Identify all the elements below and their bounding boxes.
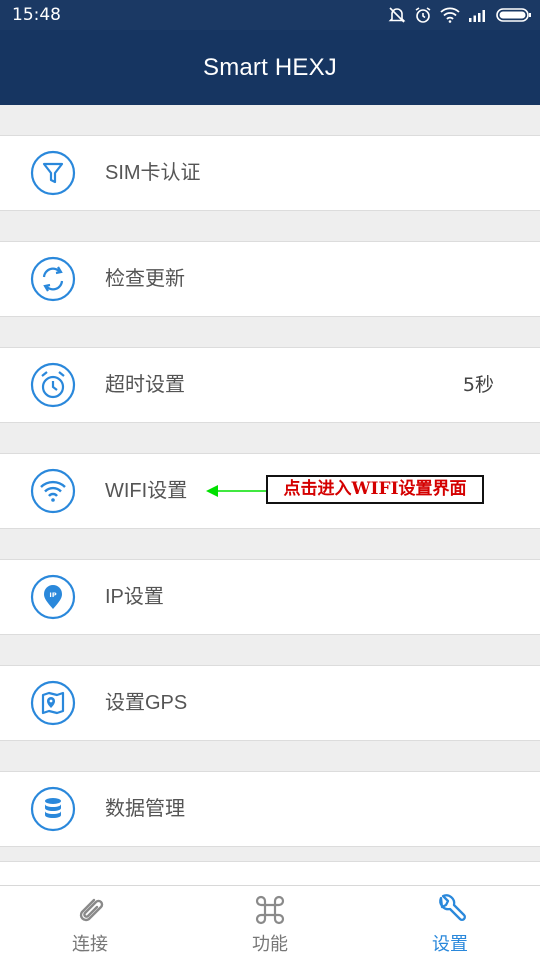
setting-row-sim-auth[interactable]: SIM卡认证: [0, 135, 540, 211]
setting-label: 设置GPS: [105, 692, 188, 714]
tab-label: 功能: [252, 934, 288, 955]
annotation-callout: 点击进入WIFI设置界面: [266, 475, 484, 504]
wifi-icon: [30, 468, 76, 514]
bottom-tab-bar: 连接 功能 设置: [0, 885, 540, 961]
setting-row-partial: [0, 861, 540, 887]
mute-bell-icon: [388, 7, 406, 23]
setting-row-gps[interactable]: 设置GPS: [0, 665, 540, 741]
alarm-icon: [415, 7, 431, 23]
wifi-signal-icon: [440, 7, 460, 23]
tab-label: 设置: [432, 934, 468, 955]
cell-signal-icon: [469, 10, 485, 22]
tab-settings[interactable]: 设置: [360, 886, 540, 961]
setting-row-check-update[interactable]: 检查更新: [0, 241, 540, 317]
svg-text:IP: IP: [49, 591, 56, 599]
status-icons: [388, 6, 532, 24]
setting-label: 超时设置: [105, 374, 185, 396]
setting-row-data-manage[interactable]: 数据管理: [0, 771, 540, 847]
tab-function[interactable]: 功能: [180, 886, 360, 961]
wrench-icon: [439, 894, 466, 921]
setting-row-timeout[interactable]: 超时设置 5秒: [0, 347, 540, 423]
app-title: Smart HEXJ: [202, 53, 338, 81]
annotation-arrow: [206, 485, 266, 497]
alarm-clock-icon: [30, 362, 76, 408]
status-bar: 15:48: [0, 0, 540, 30]
filter-icon: [30, 150, 76, 196]
map-pin-icon: [30, 680, 76, 726]
setting-label: WIFI设置: [105, 480, 188, 502]
database-icon: [30, 786, 76, 832]
refresh-icon: [30, 256, 76, 302]
timeout-value: 5秒: [462, 374, 494, 396]
tab-label: 连接: [72, 934, 108, 955]
setting-row-ip[interactable]: IP IP设置: [0, 559, 540, 635]
ip-location-icon: IP: [30, 574, 76, 620]
setting-label: SIM卡认证: [105, 162, 201, 184]
battery-icon: [496, 8, 531, 22]
tab-connect[interactable]: 连接: [0, 886, 180, 961]
app-bar: Smart HEXJ: [0, 30, 540, 105]
status-time: 15:48: [12, 5, 61, 25]
setting-label: IP设置: [105, 586, 164, 608]
setting-label: 数据管理: [105, 798, 185, 820]
paperclip-icon: [79, 898, 104, 922]
setting-label: 检查更新: [105, 268, 185, 290]
command-icon: [255, 895, 285, 925]
